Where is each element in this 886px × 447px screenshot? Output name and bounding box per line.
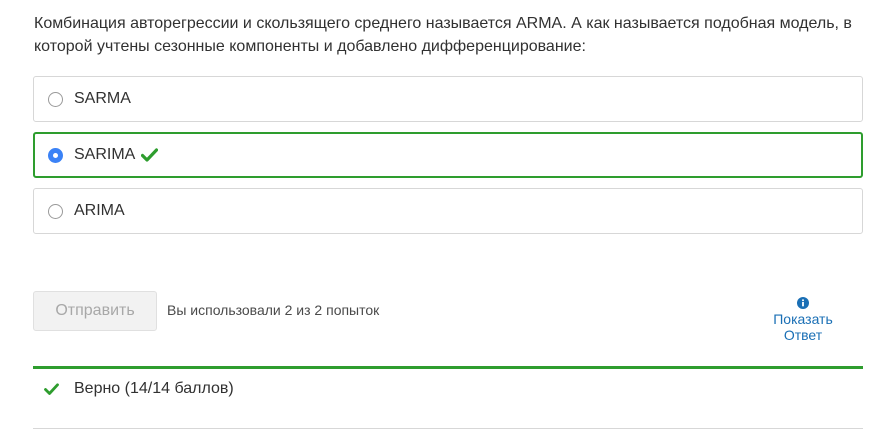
option-label-sarma: SARMA	[74, 90, 131, 107]
option-arima[interactable]: ARIMA	[33, 188, 863, 234]
show-answer-label-line1: Показать	[773, 311, 833, 327]
answer-options: SARMA SARIMA ARIMA	[33, 76, 863, 244]
result-message: Верно (14/14 баллов)	[44, 380, 234, 398]
option-sarima[interactable]: SARIMA	[33, 132, 863, 178]
bottom-divider	[33, 428, 863, 429]
result-divider	[33, 366, 863, 369]
show-answer-label-line2: Ответ	[783, 327, 823, 343]
attempts-text: Вы использовали 2 из 2 попыток	[167, 302, 380, 318]
show-answer-button[interactable]: Показать Ответ	[760, 297, 846, 343]
option-sarma[interactable]: SARMA	[33, 76, 863, 122]
option-label-sarima: SARIMA	[74, 146, 136, 163]
submit-button[interactable]: Отправить	[33, 291, 157, 331]
option-label-arima: ARIMA	[74, 202, 125, 219]
result-check-icon	[44, 383, 59, 395]
radio-sarima[interactable]	[48, 147, 63, 163]
radio-sarma[interactable]	[48, 91, 63, 107]
radio-arima[interactable]	[48, 203, 63, 219]
question-text: Комбинация авторегрессии и скользящего с…	[34, 15, 852, 55]
info-icon	[797, 297, 809, 309]
correct-check-icon	[141, 148, 159, 162]
result-text: Верно (14/14 баллов)	[74, 380, 234, 397]
actions-row: Отправить Вы использовали 2 из 2 попыток…	[33, 291, 863, 351]
